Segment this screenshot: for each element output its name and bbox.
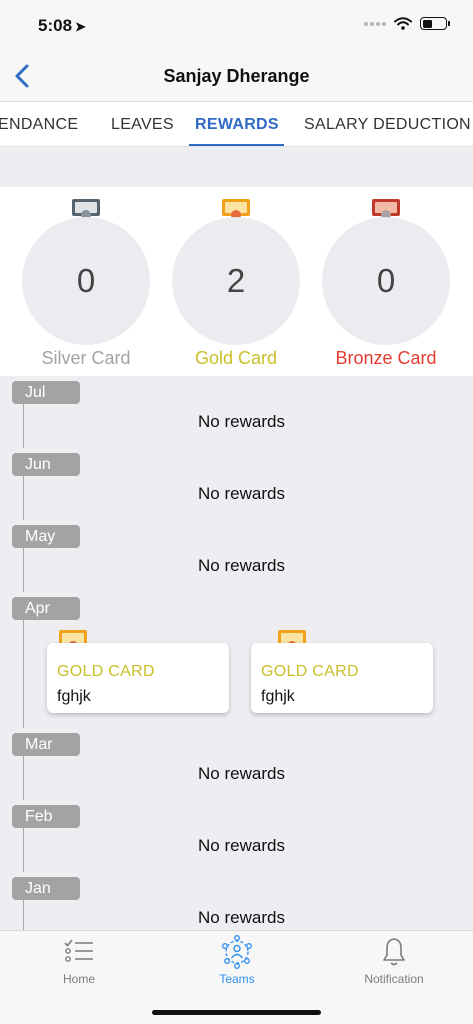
tab-bar: ENDANCE LEAVES REWARDS SALARY DEDUCTION bbox=[0, 102, 473, 147]
wifi-icon bbox=[394, 17, 412, 30]
team-network-icon bbox=[222, 935, 252, 969]
silver-card-summary: 0 Silver Card bbox=[11, 187, 161, 376]
month-label-may: May bbox=[12, 525, 80, 548]
silver-card-count: 0 bbox=[22, 217, 150, 345]
status-time: 5:08 ➤ bbox=[38, 16, 86, 35]
silver-card-label: Silver Card bbox=[41, 348, 131, 368]
gold-card-label: Gold Card bbox=[194, 348, 278, 368]
bell-icon bbox=[383, 938, 405, 966]
bottom-tab-notification[interactable]: Notification bbox=[334, 935, 454, 989]
no-rewards-may: No rewards bbox=[198, 556, 285, 575]
no-rewards-jan: No rewards bbox=[198, 908, 285, 927]
page-title: Sanjay Dherange bbox=[163, 66, 310, 86]
bronze-card-count: 0 bbox=[322, 217, 450, 345]
bronze-card-label: Bronze Card bbox=[335, 348, 437, 368]
spacer bbox=[0, 147, 473, 187]
no-rewards-mar: No rewards bbox=[198, 764, 285, 783]
month-label-jun: Jun bbox=[12, 453, 80, 476]
gold-card-summary: 2 Gold Card bbox=[161, 187, 311, 376]
reward-name: fghjk bbox=[261, 688, 295, 705]
rewards-summary: 0 Silver Card 2 Gold Card 0 Bronze Card bbox=[0, 187, 473, 376]
nav-bar: Sanjay Dherange bbox=[0, 50, 473, 102]
reward-type: GOLD CARD bbox=[57, 663, 155, 680]
tab-attendance[interactable]: ENDANCE bbox=[0, 116, 78, 134]
screen: 5:08 ➤ Sanjay Dherange ENDANCE LEAVES REW… bbox=[0, 0, 473, 1024]
no-rewards-jul: No rewards bbox=[198, 412, 285, 431]
home-indicator bbox=[152, 1010, 321, 1015]
reward-card[interactable]: GOLD CARD fghjk bbox=[47, 643, 229, 713]
checklist-icon bbox=[64, 939, 93, 962]
reward-card[interactable]: GOLD CARD fghjk bbox=[251, 643, 433, 713]
bronze-card-summary: 0 Bronze Card bbox=[311, 187, 461, 376]
month-label-feb: Feb bbox=[12, 805, 80, 828]
month-label-apr: Apr bbox=[12, 597, 80, 620]
month-label-jan: Jan bbox=[12, 877, 80, 900]
bottom-tab-teams-label: Teams bbox=[219, 972, 255, 986]
bottom-tab-teams[interactable]: Teams bbox=[177, 935, 297, 989]
rewards-timeline[interactable]: Jul No rewards Jun No rewards May No rew… bbox=[0, 376, 473, 930]
month-label-mar: Mar bbox=[12, 733, 80, 756]
bottom-tab-home-label: Home bbox=[62, 972, 95, 986]
timeline-line bbox=[23, 606, 24, 728]
reward-type: GOLD CARD bbox=[261, 663, 359, 680]
no-rewards-feb: No rewards bbox=[198, 836, 285, 855]
status-indicators bbox=[364, 17, 450, 30]
status-bar: 5:08 ➤ bbox=[0, 0, 473, 50]
gold-card-count: 2 bbox=[172, 217, 300, 345]
bottom-tab-home[interactable]: Home bbox=[19, 935, 139, 989]
tab-rewards[interactable]: REWARDS bbox=[195, 116, 279, 134]
bottom-tab-notification-label: Notification bbox=[364, 972, 424, 986]
battery-icon bbox=[420, 17, 450, 30]
signal-icon bbox=[364, 21, 386, 26]
no-rewards-jun: No rewards bbox=[198, 484, 285, 503]
location-icon: ➤ bbox=[75, 19, 86, 34]
tab-leaves[interactable]: LEAVES bbox=[111, 116, 174, 134]
tab-salary-deduction[interactable]: SALARY DEDUCTION bbox=[304, 116, 471, 134]
month-label-jul: Jul bbox=[12, 381, 80, 404]
reward-name: fghjk bbox=[57, 688, 91, 705]
